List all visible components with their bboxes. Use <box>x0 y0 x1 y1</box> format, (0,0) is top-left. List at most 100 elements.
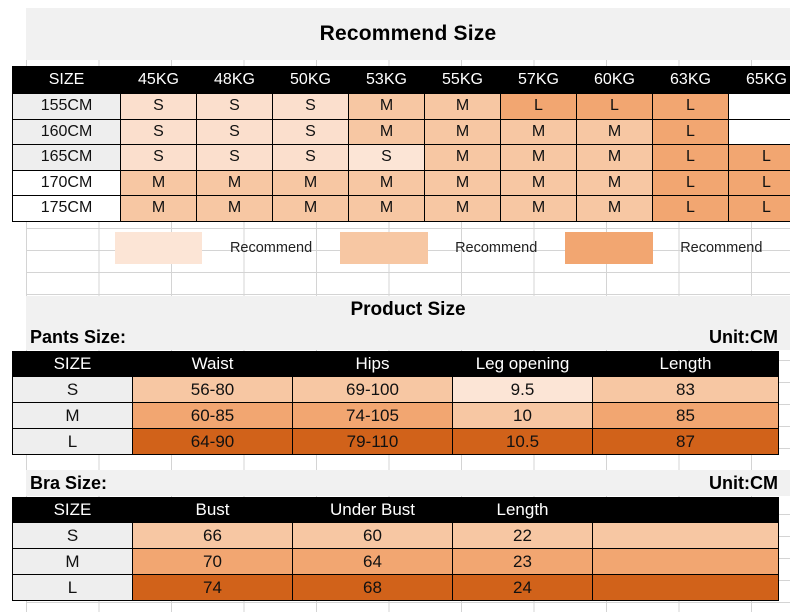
pants-l-hips: 79-110 <box>292 428 453 455</box>
bra-s-under-bust: 60 <box>292 522 453 549</box>
recommend-cell-165cm-57kg: M <box>500 144 577 171</box>
table-row: M 70 64 23 <box>12 548 779 575</box>
recommend-cell-155cm-53kg: M <box>348 93 425 120</box>
pants-s-waist: 56-80 <box>132 376 293 403</box>
recommend-cell-165cm-48kg: S <box>196 144 273 171</box>
table-row: L 74 68 24 <box>12 574 779 601</box>
bra-s-blank <box>592 522 779 549</box>
recommend-col-63kg: 63KG <box>652 66 729 94</box>
recommend-cell-170cm-65kg: L <box>728 169 790 196</box>
recommend-col-48kg: 48KG <box>196 66 273 94</box>
pants-col-size: SIZE <box>12 351 133 377</box>
recommend-cell-175cm-55kg: M <box>424 195 501 222</box>
recommend-row-label-160cm: 160CM <box>12 118 121 145</box>
recommend-col-57kg: 57KG <box>500 66 577 94</box>
recommend-size-table: SIZE 45KG 48KG 50KG 53KG 55KG 57KG 60KG … <box>12 66 790 222</box>
bra-l-bust: 74 <box>132 574 293 601</box>
bra-s-bust: 66 <box>132 522 293 549</box>
recommend-size-title: Recommend Size <box>26 8 790 60</box>
bra-size-table: SIZE Bust Under Bust Length S 66 60 22 M… <box>12 497 779 601</box>
recommend-row-label-165cm: 165CM <box>12 144 121 171</box>
recommend-cell-160cm-57kg: M <box>500 118 577 145</box>
recommend-cell-175cm-53kg: M <box>348 195 425 222</box>
recommend-cell-160cm-60kg: M <box>576 118 653 145</box>
bra-m-under-bust: 64 <box>292 548 453 575</box>
pants-m-length: 85 <box>592 402 779 429</box>
bra-unit-label: Unit:CM <box>709 472 778 493</box>
bra-row-size-s: S <box>12 522 133 549</box>
recommend-cell-170cm-50kg: M <box>272 169 349 196</box>
recommend-cell-155cm-63kg: L <box>652 93 729 120</box>
recommend-cell-165cm-50kg: S <box>272 144 349 171</box>
pants-col-waist: Waist <box>132 351 293 377</box>
pants-col-leg-opening: Leg opening <box>452 351 593 377</box>
recommend-cell-170cm-55kg: M <box>424 169 501 196</box>
bra-m-blank <box>592 548 779 575</box>
pants-s-leg-opening: 9.5 <box>452 376 593 403</box>
recommend-cell-175cm-50kg: M <box>272 195 349 222</box>
bra-size-subheader: Bra Size: Unit:CM <box>26 470 790 496</box>
pants-m-leg-opening: 10 <box>452 402 593 429</box>
bra-col-length: Length <box>452 497 593 523</box>
recommend-cell-160cm-63kg: L <box>652 118 729 145</box>
pants-unit-label: Unit:CM <box>709 326 778 347</box>
bra-col-blank <box>592 497 779 523</box>
bra-row-size-l: L <box>12 574 133 601</box>
table-row: M 60-85 74-105 10 85 <box>12 402 779 429</box>
recommend-corner-label: SIZE <box>12 66 121 94</box>
pants-s-hips: 69-100 <box>292 376 453 403</box>
recommend-cell-175cm-45kg: M <box>120 195 197 222</box>
pants-row-size-s: S <box>12 376 133 403</box>
recommend-col-65kg: 65KG <box>728 66 790 94</box>
table-row: L 64-90 79-110 10.5 87 <box>12 428 779 455</box>
recommend-cell-175cm-57kg: M <box>500 195 577 222</box>
bra-col-under-bust: Under Bust <box>292 497 453 523</box>
recommend-cell-170cm-53kg: M <box>348 169 425 196</box>
recommend-cell-165cm-55kg: M <box>424 144 501 171</box>
table-row: S 56-80 69-100 9.5 83 <box>12 376 779 403</box>
pants-col-length: Length <box>592 351 779 377</box>
recommend-cell-160cm-65kg <box>728 118 790 145</box>
recommend-cell-170cm-60kg: M <box>576 169 653 196</box>
pants-size-subheader: Pants Size: Unit:CM <box>26 324 790 350</box>
table-row: S 66 60 22 <box>12 522 779 549</box>
product-size-title: Product Size <box>26 296 790 324</box>
pants-size-label: Pants Size: <box>30 326 127 347</box>
bra-row-size-m: M <box>12 548 133 575</box>
bra-m-bust: 70 <box>132 548 293 575</box>
recommend-cell-155cm-50kg: S <box>272 93 349 120</box>
recommend-cell-155cm-48kg: S <box>196 93 273 120</box>
recommend-cell-160cm-53kg: M <box>348 118 425 145</box>
recommend-col-55kg: 55KG <box>424 66 501 94</box>
pants-size-table: SIZE Waist Hips Leg opening Length S 56-… <box>12 351 779 455</box>
pants-row-size-m: M <box>12 402 133 429</box>
recommend-row-label-155cm: 155CM <box>12 93 121 120</box>
pants-m-hips: 74-105 <box>292 402 453 429</box>
recommend-cell-175cm-63kg: L <box>652 195 729 222</box>
bra-col-size: SIZE <box>12 497 133 523</box>
bra-col-bust: Bust <box>132 497 293 523</box>
bra-s-length: 22 <box>452 522 593 549</box>
pants-row-size-l: L <box>12 428 133 455</box>
pants-col-hips: Hips <box>292 351 453 377</box>
legend-label-medium: Recommend <box>455 240 538 256</box>
recommend-cell-155cm-45kg: S <box>120 93 197 120</box>
recommend-col-53kg: 53KG <box>348 66 425 94</box>
pants-header-row: SIZE Waist Hips Leg opening Length <box>12 351 779 377</box>
recommend-cell-155cm-60kg: L <box>576 93 653 120</box>
recommend-cell-175cm-65kg: L <box>728 195 790 222</box>
recommend-row-label-175cm: 175CM <box>12 195 121 222</box>
recommend-cell-160cm-48kg: S <box>196 118 273 145</box>
recommend-col-50kg: 50KG <box>272 66 349 94</box>
table-row: 175CM M M M M M M M L L <box>12 195 790 222</box>
legend-left-spacer <box>26 232 115 264</box>
recommend-cell-165cm-65kg: L <box>728 144 790 171</box>
pants-l-leg-opening: 10.5 <box>452 428 593 455</box>
table-row: 165CM S S S S M M M L L <box>12 144 790 171</box>
pants-l-waist: 64-90 <box>132 428 293 455</box>
bra-size-label: Bra Size: <box>30 472 108 493</box>
recommend-cell-175cm-48kg: M <box>196 195 273 222</box>
recommend-cell-155cm-65kg <box>728 93 790 120</box>
recommend-cell-170cm-48kg: M <box>196 169 273 196</box>
recommend-legend: Recommend Recommend Recommend <box>26 232 790 264</box>
